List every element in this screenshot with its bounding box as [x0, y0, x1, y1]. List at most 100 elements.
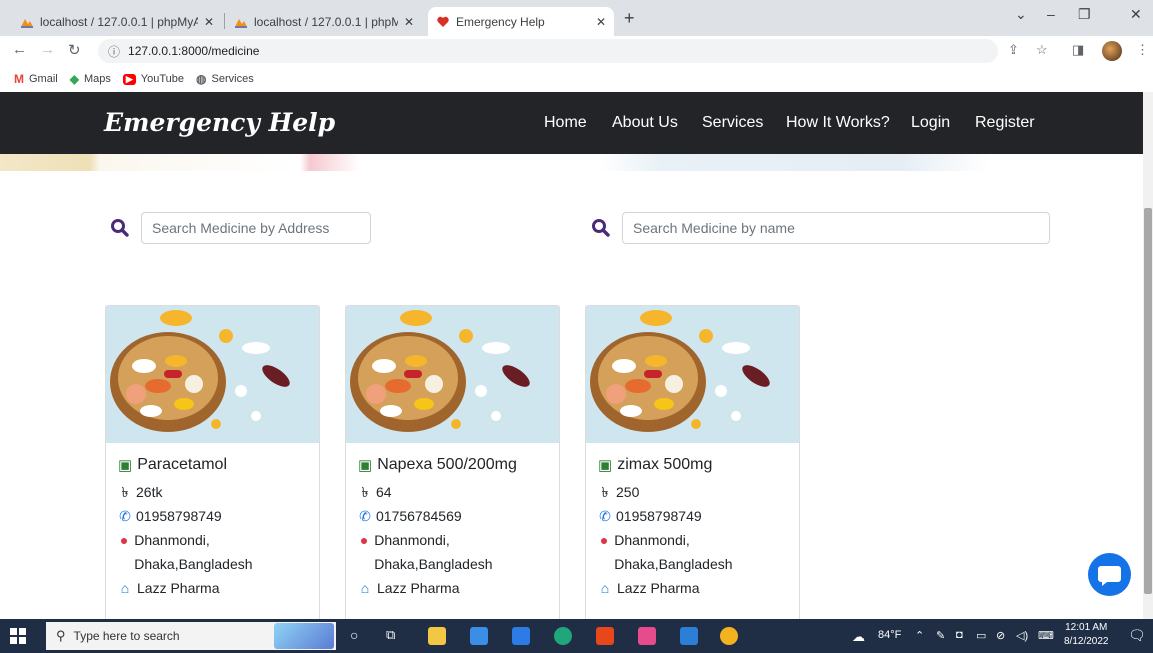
mail-icon[interactable]: [512, 627, 530, 645]
microsoft-store-icon[interactable]: [470, 627, 488, 645]
vscode-icon[interactable]: [680, 627, 698, 645]
address-search-input[interactable]: [141, 212, 371, 244]
gmail-icon: M: [14, 72, 24, 86]
pharmacy-name: Lazz Pharma: [137, 580, 220, 596]
bookmarks-bar: M Gmail ◆ Maps ▶ YouTube ◍ Services: [0, 66, 1153, 92]
pen-icon[interactable]: ✎: [936, 629, 945, 642]
scrollbar-thumb[interactable]: [1144, 208, 1152, 594]
bookmark-youtube[interactable]: ▶ YouTube: [122, 73, 184, 85]
pills-bowl-image: [590, 310, 770, 432]
map-pin-icon: ●: [599, 532, 609, 548]
app-icon[interactable]: [638, 627, 656, 645]
search-highlight-image: [274, 623, 334, 649]
taskbar-search-placeholder: Type here to search: [73, 629, 180, 643]
card-body: ▣ zimax 500mg ৳ 250 ✆ 01958798749 ● Dhanmond…: [586, 443, 799, 610]
meet-icon[interactable]: ◘: [956, 629, 963, 641]
building-icon: ⌂: [600, 580, 610, 596]
file-explorer-icon[interactable]: [428, 627, 446, 645]
medicine-price: 64: [376, 484, 392, 500]
card-body: ▣ Paracetamol ৳ 26tk ✆ 01958798749 ● Dhanmon…: [106, 443, 319, 610]
share-icon[interactable]: ⇪: [1008, 42, 1019, 58]
maps-icon: ◆: [69, 72, 79, 86]
menu-kebab-icon[interactable]: ⋮: [1136, 42, 1149, 58]
phone-icon: ✆: [359, 508, 371, 524]
close-tab-icon[interactable]: ✕: [404, 15, 414, 29]
bookmark-star-icon[interactable]: ☆: [1036, 42, 1048, 58]
new-tab-icon[interactable]: +: [624, 8, 635, 29]
pharmacy-address: Dhanmondi, Dhaka,Bangladesh: [134, 532, 253, 572]
first-aid-kit-icon: ▣: [118, 457, 133, 474]
hero-banner-image: [0, 154, 1143, 171]
forward-icon[interactable]: →: [40, 41, 55, 58]
pharmacy-phone: 01756784569: [376, 508, 462, 524]
nav-register[interactable]: Register: [975, 114, 1035, 132]
medicine-card[interactable]: ▣ Napexa 500/200mg ৳ 64 ✆ 01756784569 ● Dhan…: [345, 305, 560, 619]
bookmark-gmail[interactable]: M Gmail: [14, 72, 58, 86]
medicine-card[interactable]: ▣ Paracetamol ৳ 26tk ✆ 01958798749 ● Dhanmon…: [105, 305, 320, 619]
tab-phpmyadmin-2[interactable]: localhost / 127.0.0.1 | phpMyAdmin ✕: [226, 7, 422, 36]
site-info-icon[interactable]: ⓘ: [108, 43, 120, 60]
phone-row: ✆ 01958798749: [118, 504, 307, 528]
bookmark-services[interactable]: ◍ Services: [196, 72, 254, 86]
network-icon[interactable]: ⊘: [996, 629, 1005, 642]
tab-search-chevron-icon[interactable]: ⌄: [1015, 6, 1027, 23]
bookmark-label: Maps: [83, 73, 111, 85]
tab-phpmyadmin-1[interactable]: localhost / 127.0.0.1 | phpMyAdmin ✕: [12, 7, 222, 36]
url-text: 127.0.0.1:8000/medicine: [128, 44, 260, 58]
back-icon[interactable]: ←: [12, 41, 27, 58]
close-window-icon[interactable]: ✕: [1130, 6, 1142, 23]
tray-chevron-icon[interactable]: ⌃: [915, 629, 924, 642]
name-search-input[interactable]: [622, 212, 1050, 244]
system-clock[interactable]: 12:01 AM 8/12/2022: [1064, 621, 1109, 649]
close-tab-icon[interactable]: ✕: [596, 15, 606, 29]
notifications-icon[interactable]: 🗨: [1128, 627, 1146, 644]
restore-icon[interactable]: ❐: [1078, 6, 1091, 23]
tab-emergency-help[interactable]: Emergency Help ✕: [428, 7, 614, 36]
profile-avatar[interactable]: [1102, 41, 1122, 61]
address-row: ● Dhanmondi, Dhaka,Bangladesh: [118, 528, 307, 576]
edge-icon[interactable]: [554, 627, 572, 645]
currency-symbol: ৳: [121, 484, 129, 500]
bookmark-maps[interactable]: ◆ Maps: [70, 72, 111, 86]
close-tab-icon[interactable]: ✕: [204, 15, 214, 29]
weather-temp[interactable]: 84°F: [878, 629, 901, 641]
site-brand[interactable]: Emergency Help: [104, 108, 335, 137]
pharmacy-row: ⌂ Lazz Pharma: [598, 576, 787, 600]
page-scrollbar[interactable]: [1143, 92, 1153, 619]
chrome-icon[interactable]: [720, 627, 738, 645]
task-view-icon[interactable]: ⧉: [386, 627, 395, 643]
nav-home[interactable]: Home: [544, 114, 587, 132]
phone-icon: ✆: [599, 508, 611, 524]
medicine-name-row: ▣ Paracetamol: [118, 453, 307, 477]
nav-services[interactable]: Services: [702, 114, 763, 132]
bookmark-label: Gmail: [29, 73, 58, 85]
minimize-icon[interactable]: –: [1047, 6, 1055, 22]
windows-start-icon[interactable]: [10, 628, 26, 644]
clock-date: 8/12/2022: [1064, 636, 1109, 647]
battery-icon[interactable]: ▭: [976, 629, 986, 642]
search-icon[interactable]: [591, 218, 611, 238]
medicine-name: zimax 500mg: [617, 456, 713, 473]
medicine-name-row: ▣ zimax 500mg: [598, 453, 787, 477]
first-aid-kit-icon: ▣: [358, 457, 373, 474]
pharmacy-phone: 01958798749: [136, 508, 222, 524]
office-icon[interactable]: [596, 627, 614, 645]
keyboard-icon[interactable]: ⌨: [1038, 629, 1054, 642]
medicine-card[interactable]: ▣ zimax 500mg ৳ 250 ✆ 01958798749 ● Dhanmond…: [585, 305, 800, 619]
address-bar[interactable]: ⓘ 127.0.0.1:8000/medicine: [98, 39, 998, 63]
cortana-icon[interactable]: ○: [350, 627, 358, 643]
address-search: [110, 212, 371, 244]
nav-login[interactable]: Login: [911, 114, 950, 132]
windows-taskbar: ⚲ Type here to search ○ ⧉ ☁ 84°F ⌃ ✎ ◘ ▭…: [0, 619, 1153, 653]
pills-bowl-image: [350, 310, 530, 432]
chat-button[interactable]: [1088, 553, 1131, 596]
volume-icon[interactable]: ◁): [1016, 629, 1028, 642]
weather-icon[interactable]: ☁: [852, 629, 865, 645]
search-icon[interactable]: [110, 218, 130, 238]
nav-how-it-works[interactable]: How It Works?: [786, 114, 890, 132]
side-panel-icon[interactable]: ◨: [1072, 42, 1084, 58]
pharmacy-row: ⌂ Lazz Pharma: [118, 576, 307, 600]
pharmacy-name: Lazz Pharma: [617, 580, 700, 596]
nav-about-us[interactable]: About Us: [612, 114, 678, 132]
reload-icon[interactable]: ↻: [68, 41, 81, 59]
